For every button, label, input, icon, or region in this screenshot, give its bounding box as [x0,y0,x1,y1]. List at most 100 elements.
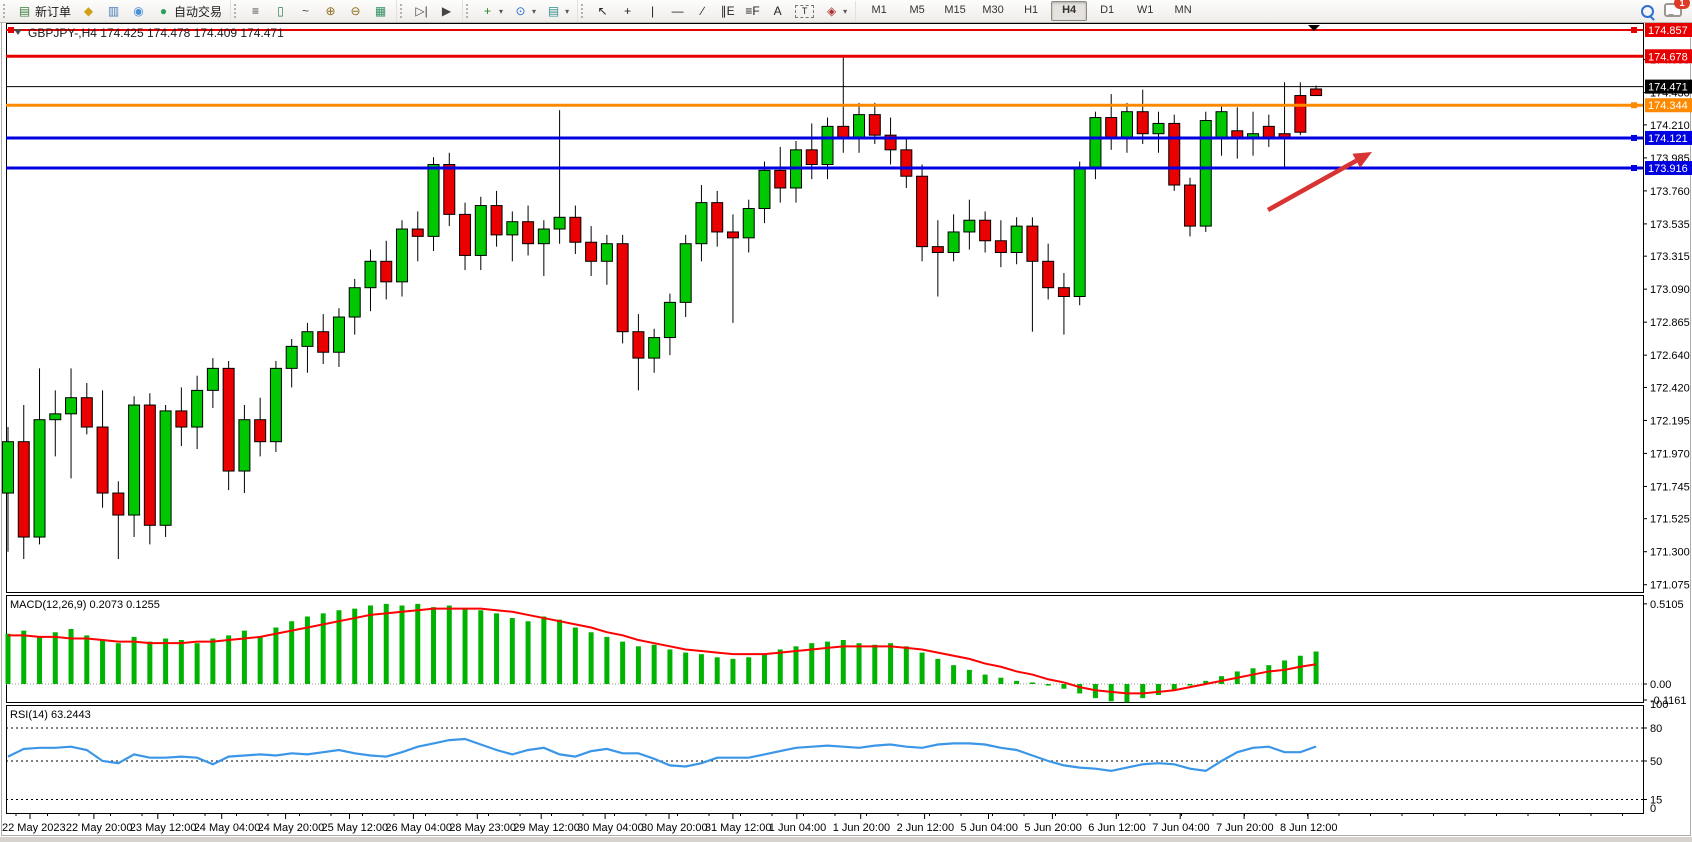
rsi-axis-label: 50 [1650,756,1662,768]
candle-body [270,368,281,441]
time-label: 2 Jun 12:00 [897,822,955,834]
chart-canvas[interactable]: 174.655174.430174.210173.985173.760173.5… [0,22,1692,837]
time-label: 24 May 20:00 [258,822,325,834]
candle-body [129,405,140,515]
candle-body [50,414,61,420]
time-label: 24 May 04:00 [194,822,261,834]
candle-body [1137,112,1148,134]
time-label: 5 Jun 20:00 [1024,822,1082,834]
zoom-in-icon: ⊕ [323,4,338,19]
candle-body [491,206,502,235]
arrows-button[interactable]: ◈▾ [819,1,852,22]
candle-body [333,317,344,352]
shift-end-icon: ▷| [414,4,429,19]
periods-dropdown-caret[interactable]: ▾ [532,7,536,16]
candle-body [586,242,597,261]
time-label: 30 May 20:00 [641,822,708,834]
price-label-174.471: 174.471 [1645,80,1692,94]
notifications-button[interactable]: 1 [1664,3,1682,20]
auto-trading-button[interactable]: ●自动交易 [151,1,227,22]
hline-handle[interactable] [1631,135,1637,141]
hline-handle[interactable] [1631,102,1637,108]
macd-axis-label: 0.00 [1650,679,1671,691]
candle-body [207,368,218,390]
crosshair-button[interactable]: + [615,1,640,22]
templates-button[interactable]: ▤▾ [541,1,574,22]
zoom-in-button[interactable]: ⊕ [318,1,343,22]
zoom-out-button[interactable]: ⊖ [343,1,368,22]
timeframe-h1-button[interactable]: H1 [1013,1,1049,21]
candle-body [948,232,959,253]
timeframe-m30-button[interactable]: M30 [975,1,1011,21]
candle-body [854,115,865,138]
periods-button[interactable]: ⊙▾ [508,1,541,22]
text-button[interactable]: A [765,1,790,22]
price-label-text: 174.344 [1648,100,1688,112]
rsi-label: RSI(14) 63.2443 [10,709,91,721]
chart-bars-button[interactable]: ≡ [243,1,268,22]
time-label: 7 Jun 04:00 [1152,822,1210,834]
chart-background[interactable] [0,22,1692,837]
candle-body [838,126,849,138]
price-tick-label: 172.640 [1650,350,1690,362]
timeframe-h4-button[interactable]: H4 [1051,1,1087,21]
templates-dropdown-caret[interactable]: ▾ [565,7,569,16]
new-order-button[interactable]: ▤新订单 [12,1,76,22]
hline-handle[interactable] [1631,27,1637,33]
vertical-line-button[interactable]: | [640,1,665,22]
chart-title-text: GBPJPY-,H4 174.425 174.478 174.409 174.4… [28,26,284,40]
horizontal-line-button[interactable]: — [665,1,690,22]
candle-body [901,150,912,176]
candle-body [743,208,754,237]
chart-line-button[interactable]: ~ [293,1,318,22]
text-label-button[interactable]: T [790,1,819,22]
cursor-button[interactable]: ↖ [590,1,615,22]
candle-body [995,241,1006,253]
fibonacci-button[interactable]: ≡F [740,1,765,22]
timeframe-w1-button[interactable]: W1 [1127,1,1163,21]
timeframe-mn-button[interactable]: MN [1165,1,1201,21]
trendline-button[interactable]: ∕ [690,1,715,22]
new-chart-icon: + [480,4,495,19]
candle-body [980,220,991,241]
candle-body [806,150,817,165]
candle-body [1074,167,1085,296]
timeframe-m1-button[interactable]: M1 [861,1,897,21]
chart-line-icon: ~ [298,4,313,19]
chart-candles-button[interactable]: ▯ [268,1,293,22]
shift-end-button[interactable]: ▷| [409,1,434,22]
toolbar-right: 1 [1641,3,1692,20]
signals-button[interactable]: ◉ [126,1,151,22]
toolbar-grip [400,4,406,18]
candle-body [523,222,534,244]
candle-body [318,332,329,353]
equidistant-channel-button[interactable]: ∥E [715,1,740,22]
chart-window[interactable]: 174.655174.430174.210173.985173.760173.5… [0,22,1692,837]
arrows-dropdown-caret[interactable]: ▾ [843,7,847,16]
candle-body [144,405,155,525]
new-chart-dropdown-caret[interactable]: ▾ [499,7,503,16]
new-chart-button[interactable]: +▾ [475,1,508,22]
candle-body [286,346,297,368]
hline-handle[interactable] [8,27,14,33]
profiles-button[interactable]: ▥ [101,1,126,22]
auto-scroll-button[interactable]: ▶ [434,1,459,22]
horizontal-line-icon: — [670,4,685,19]
timeframe-d1-button[interactable]: D1 [1089,1,1125,21]
candle-body [869,115,880,136]
hline-handle[interactable] [1631,165,1637,171]
candle-body [397,229,408,282]
tile-windows-button[interactable]: ▦ [368,1,393,22]
auto-trading-icon: ● [156,4,171,19]
candle-body [759,170,770,208]
search-icon[interactable] [1641,5,1654,18]
timeframe-m15-button[interactable]: M15 [937,1,973,21]
chart-wizard-button[interactable]: ◆ [76,1,101,22]
rsi-axis-label: 80 [1650,723,1662,735]
price-label-text: 174.121 [1648,133,1688,145]
time-label: 29 May 12:00 [513,822,580,834]
candle-body [617,244,628,332]
chart-wizard-icon: ◆ [81,4,96,19]
timeframe-m5-button[interactable]: M5 [899,1,935,21]
price-tick-label: 172.865 [1650,317,1690,329]
